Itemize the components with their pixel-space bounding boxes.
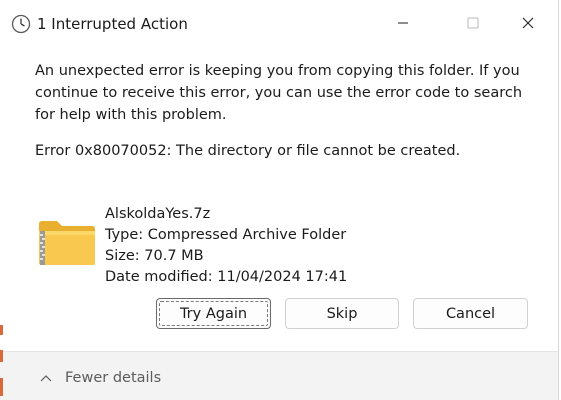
clock-icon bbox=[11, 14, 31, 34]
file-modified: Date modified: 11/04/2024 17:41 bbox=[105, 269, 348, 285]
close-button[interactable] bbox=[505, 0, 551, 46]
focus-ring bbox=[159, 301, 268, 326]
interrupted-action-dialog: 1 Interrupted Action An unexpected error… bbox=[0, 0, 559, 400]
maximize-icon bbox=[467, 17, 479, 29]
minimize-icon bbox=[398, 22, 408, 24]
background-window-edge bbox=[0, 325, 3, 335]
window-title: 1 Interrupted Action bbox=[37, 15, 188, 33]
try-again-button[interactable]: Try Again bbox=[156, 298, 271, 329]
close-icon bbox=[522, 17, 534, 29]
error-message: An unexpected error is keeping you from … bbox=[35, 63, 523, 123]
minimize-button[interactable] bbox=[380, 0, 426, 46]
file-size: Size: 70.7 MB bbox=[105, 248, 204, 264]
skip-label: Skip bbox=[326, 305, 358, 322]
details-footer: Fewer details bbox=[0, 352, 558, 400]
chevron-up-icon[interactable] bbox=[39, 373, 53, 383]
maximize-button[interactable] bbox=[450, 0, 496, 46]
file-details: AlskoldaYes.7z Type: Compressed Archive … bbox=[105, 204, 347, 288]
zip-folder-icon bbox=[39, 221, 95, 265]
background-window-edge bbox=[0, 350, 3, 362]
file-name: AlskoldaYes.7z bbox=[105, 206, 211, 222]
cancel-button[interactable]: Cancel bbox=[413, 298, 528, 329]
fewer-details-toggle[interactable]: Fewer details bbox=[65, 370, 161, 386]
error-code: Error 0x80070052: The directory or file … bbox=[35, 143, 461, 159]
cancel-label: Cancel bbox=[445, 305, 496, 322]
background-window-edge bbox=[0, 378, 3, 396]
file-type: Type: Compressed Archive Folder bbox=[105, 227, 347, 243]
title-bar[interactable]: 1 Interrupted Action bbox=[0, 0, 558, 46]
skip-button[interactable]: Skip bbox=[285, 298, 399, 329]
